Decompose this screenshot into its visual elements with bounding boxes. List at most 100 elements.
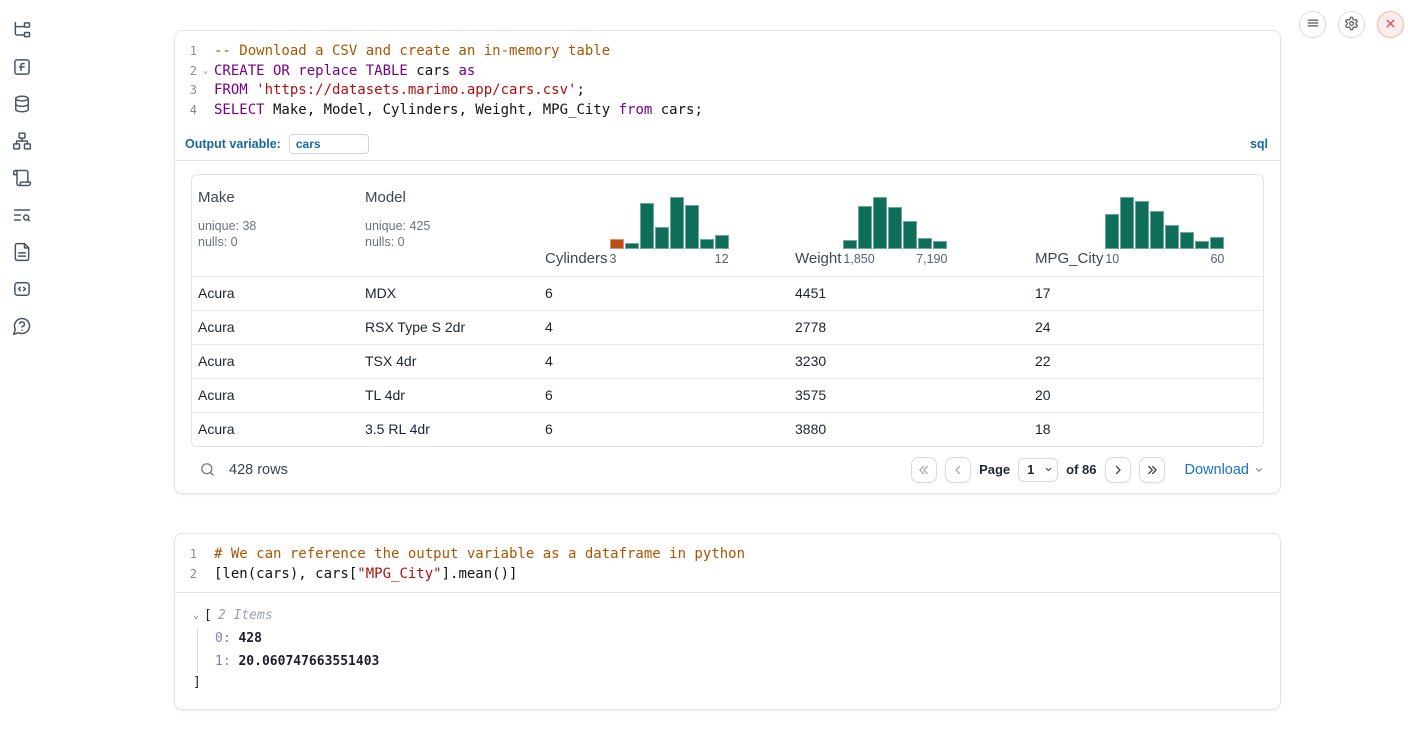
sidebar-item-scratchpad[interactable]	[11, 206, 33, 228]
column-stat: unique: 425	[365, 218, 533, 235]
column-label[interactable]: Make	[198, 189, 235, 206]
sidebar-item-data-sources[interactable]	[11, 95, 33, 117]
histogram-bar[interactable]	[685, 205, 699, 249]
table-cell: 3575	[789, 387, 1029, 403]
column-label[interactable]: Weight	[795, 250, 841, 267]
column-label[interactable]: MPG_City	[1035, 250, 1103, 267]
histogram-axis-labels: 1,8507,190	[843, 252, 947, 266]
table-cell: 22	[1029, 353, 1263, 369]
histogram-bar[interactable]	[715, 235, 729, 249]
row-count: 428 rows	[229, 462, 288, 478]
sidebar-item-variables[interactable]	[11, 58, 33, 80]
sidebar-item-dependency-graph[interactable]	[11, 132, 33, 154]
column-stat: nulls: 0	[365, 234, 533, 251]
next-page-button[interactable]	[1105, 457, 1131, 483]
histogram-bar[interactable]	[655, 227, 669, 249]
search-icon[interactable]	[199, 461, 216, 478]
notebook-controls	[1299, 11, 1404, 38]
sql-code-editor[interactable]: 1-- Download a CSV and create an in-memo…	[175, 31, 1280, 129]
histogram-bar[interactable]	[1165, 225, 1179, 249]
table-cell: TSX 4dr	[359, 353, 539, 369]
code-line: 2⌄CREATE OR replace TABLE cars as	[175, 62, 1280, 82]
tree-entry-key: 0:	[215, 631, 231, 646]
table-cell: 24	[1029, 319, 1263, 335]
histogram-bar[interactable]	[610, 239, 624, 249]
histogram-bar[interactable]	[918, 238, 932, 249]
sidebar-item-file-explorer[interactable]	[11, 21, 33, 43]
python-code-editor[interactable]: 1# We can reference the output variable …	[175, 534, 1280, 592]
column-label[interactable]: Model	[365, 189, 406, 206]
histogram-bar[interactable]	[843, 240, 857, 249]
tree-entry: 0: 428	[215, 628, 1264, 651]
histogram-bar[interactable]	[640, 203, 654, 249]
output-variable-label: Output variable:	[185, 137, 281, 151]
code-text: CREATE OR replace TABLE cars as	[214, 62, 475, 82]
histogram-cylinders[interactable]	[610, 197, 729, 249]
chevron-down-icon	[1254, 465, 1264, 475]
histogram-bar[interactable]	[873, 197, 887, 249]
fold-chevron-icon[interactable]: ⌄	[197, 62, 214, 82]
menu-button[interactable]	[1299, 11, 1326, 38]
token-plain	[248, 82, 256, 98]
histogram-bar[interactable]	[1135, 201, 1149, 249]
settings-button[interactable]	[1338, 11, 1365, 38]
histogram-bar[interactable]	[1105, 214, 1119, 249]
histogram-bar[interactable]	[1180, 232, 1194, 249]
hamburger-icon	[1306, 16, 1320, 33]
tree-entry-key: 1:	[215, 654, 231, 669]
collapse-chevron-icon[interactable]: ⌄	[193, 605, 199, 627]
sidebar-item-snippets[interactable]	[11, 280, 33, 302]
tree-entry-value: 20.060747663551403	[231, 654, 380, 669]
last-page-button[interactable]	[1139, 457, 1165, 483]
gear-icon	[1344, 16, 1359, 34]
table-cell: 4451	[789, 285, 1029, 301]
histogram-bar[interactable]	[858, 206, 872, 249]
shutdown-button[interactable]	[1377, 11, 1404, 38]
histogram-weight[interactable]	[843, 197, 947, 249]
histogram-bar[interactable]	[700, 239, 714, 249]
histogram-mpg_city[interactable]	[1105, 197, 1224, 249]
table-row[interactable]: AcuraRSX Type S 2dr4277824	[192, 310, 1263, 344]
histogram-bar[interactable]	[625, 243, 639, 249]
column-label[interactable]: Cylinders	[545, 250, 608, 267]
histogram-bar[interactable]	[888, 207, 902, 249]
table-cell: 6	[539, 285, 789, 301]
histogram-bar[interactable]	[1120, 197, 1134, 249]
token-plain: cars;	[652, 102, 703, 118]
histogram-bar[interactable]	[670, 197, 684, 249]
table-row[interactable]: Acura3.5 RL 4dr6388018	[192, 412, 1263, 446]
table-cell: Acura	[192, 421, 359, 437]
sidebar-item-documentation[interactable]	[11, 243, 33, 265]
output-variable-input[interactable]	[289, 134, 369, 154]
histogram-bar[interactable]	[903, 221, 917, 249]
tree-root: ⌄ [ 2 Items	[193, 605, 1264, 627]
table-cell: Acura	[192, 353, 359, 369]
page-select[interactable]: 1	[1018, 458, 1058, 482]
table-cell: 3230	[789, 353, 1029, 369]
sidebar-item-logs[interactable]	[11, 169, 33, 191]
fold-spacer	[197, 101, 214, 121]
table-cell: RSX Type S 2dr	[359, 319, 539, 335]
histogram-bar[interactable]	[1195, 241, 1209, 249]
table-footer: 428 rows Page 1 of 86 Download	[191, 447, 1264, 493]
sidebar-panel	[0, 0, 44, 729]
table-row[interactable]: AcuraTL 4dr6357520	[192, 378, 1263, 412]
sql-cell: 1-- Download a CSV and create an in-memo…	[174, 30, 1281, 494]
histogram-bar[interactable]	[1150, 211, 1164, 249]
histogram-max-label: 12	[715, 252, 729, 266]
first-page-button[interactable]	[911, 457, 937, 483]
token-kw: SELECT	[214, 102, 265, 118]
histogram-bar[interactable]	[1210, 237, 1224, 249]
tree-entry-value: 428	[231, 631, 262, 646]
prev-page-button[interactable]	[945, 457, 971, 483]
network-icon	[12, 131, 32, 156]
sidebar-item-help[interactable]	[11, 317, 33, 339]
table-row[interactable]: AcuraMDX6445117	[192, 276, 1263, 310]
table-body: AcuraMDX6445117AcuraRSX Type S 2dr427782…	[192, 276, 1263, 446]
download-button[interactable]: Download	[1185, 462, 1265, 478]
histogram-min-label: 10	[1105, 252, 1119, 266]
fold-spacer	[197, 545, 214, 565]
table-row[interactable]: AcuraTSX 4dr4323022	[192, 344, 1263, 378]
fold-spacer	[197, 565, 214, 585]
histogram-bar[interactable]	[933, 241, 947, 249]
